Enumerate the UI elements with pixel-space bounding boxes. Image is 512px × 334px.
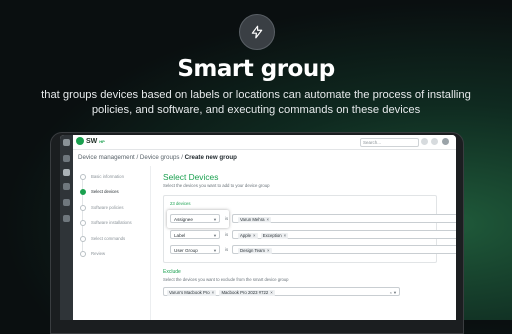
chevron-down-icon: ▼	[213, 233, 217, 238]
value-chip: Apple ×	[238, 233, 258, 239]
chevron-down-icon: ▼	[213, 217, 217, 222]
field-value: Assignee	[174, 217, 193, 222]
device-count: 23 devices	[170, 201, 191, 206]
step-label: Software policies	[91, 205, 124, 211]
field-select-assignee[interactable]: Assignee ▼	[170, 214, 220, 223]
users-icon[interactable]	[63, 183, 70, 190]
section-title: Select Devices	[163, 172, 219, 182]
step-dot	[80, 174, 86, 180]
icon-rail	[60, 135, 73, 320]
step-software-policies[interactable]: Software policies	[80, 205, 123, 211]
chip-label: Design Team	[240, 248, 265, 253]
field-value: Label	[174, 233, 186, 238]
section-description: Select the devices you want to add to yo…	[163, 183, 270, 188]
operator-label: is	[225, 232, 229, 237]
search-input[interactable]: Search...	[360, 138, 419, 147]
value-chip: Design Team ×	[238, 248, 272, 254]
chip-label: Varun's Macbook Pro	[169, 290, 210, 295]
step-label: Basic information	[91, 174, 124, 180]
chip-label: Exception	[262, 233, 282, 238]
logo: SW HP	[76, 137, 105, 145]
settings-icon[interactable]	[63, 215, 70, 222]
close-icon[interactable]: ×	[270, 290, 273, 295]
value-chip: Exception ×	[260, 233, 289, 239]
value-select-user-group[interactable]: Design Team ×	[232, 245, 456, 254]
avatar[interactable]	[442, 138, 449, 145]
field-select-user-group[interactable]: User Group ▼	[170, 245, 220, 254]
exclude-devices-select[interactable]: Varun's Macbook Pro × Macbook Pro 2023 #7…	[163, 287, 400, 296]
notification-icon[interactable]	[421, 138, 428, 145]
chevron-down-icon: ▼	[213, 248, 217, 253]
breadcrumb-device-management[interactable]: Device management	[78, 154, 135, 161]
exclude-title: Exclude	[163, 269, 181, 275]
step-dot	[80, 220, 86, 226]
lightning-bolt-icon	[239, 14, 275, 50]
apps-icon[interactable]	[63, 199, 70, 206]
close-icon[interactable]: ×	[267, 248, 270, 253]
chip-label: Varun Mehra	[240, 217, 265, 222]
field-value: User Group	[174, 248, 198, 253]
step-label: Software installations	[91, 220, 132, 226]
close-icon[interactable]: ×	[212, 290, 215, 295]
step-label: Select commands	[91, 236, 126, 242]
menu-icon[interactable]	[63, 139, 70, 146]
step-dot	[80, 236, 86, 242]
devices-icon[interactable]	[63, 169, 70, 176]
step-select-commands[interactable]: Select commands	[80, 236, 125, 242]
breadcrumb-device-groups[interactable]: Device groups	[140, 154, 180, 161]
breadcrumb-current: Create new group	[184, 154, 237, 161]
help-icon[interactable]	[431, 138, 438, 145]
chevron-down-icon: × ▼	[389, 290, 397, 295]
step-dot	[80, 189, 86, 195]
close-icon[interactable]: ×	[253, 233, 256, 238]
exclude-description: Select the devices you want to exclude f…	[163, 277, 289, 282]
chip-label: Macbook Pro 2023 #722	[221, 290, 269, 295]
exclude-chip: Varun's Macbook Pro ×	[167, 290, 217, 296]
logo-mark-icon	[76, 137, 84, 145]
step-software-installations[interactable]: Software installations	[80, 220, 132, 226]
value-select-label[interactable]: Apple× Exception× ▼	[232, 230, 456, 239]
dashboard-icon[interactable]	[63, 155, 70, 162]
step-dot	[80, 205, 86, 211]
close-icon[interactable]: ×	[267, 217, 270, 222]
top-bar: SW HP Search...	[73, 135, 456, 150]
logo-suffix: HP	[99, 138, 105, 144]
hero-subtitle: that groups devices based on labels or l…	[41, 89, 471, 116]
logo-text: SW	[86, 137, 98, 145]
field-select-label[interactable]: Label ▼	[170, 230, 220, 239]
value-select-assignee[interactable]: Varun Mehra ×	[232, 214, 456, 223]
exclude-chip: Macbook Pro 2023 #722 ×	[219, 290, 275, 296]
close-icon[interactable]: ×	[284, 233, 287, 238]
panel-divider	[150, 166, 151, 320]
operator-label: is	[225, 247, 229, 252]
step-label: Review	[91, 251, 106, 257]
breadcrumb: Device management / Device groups / Crea…	[78, 154, 237, 161]
step-select-devices[interactable]: Select devices	[80, 189, 119, 195]
step-label: Select devices	[91, 189, 119, 195]
app-window: SW HP Search... Device management / Devic…	[60, 135, 456, 320]
value-chip: Varun Mehra ×	[238, 217, 272, 223]
step-basic-information[interactable]: Basic information	[80, 174, 124, 180]
operator-label: is	[225, 216, 229, 221]
step-review[interactable]: Review	[80, 251, 105, 257]
chip-label: Apple	[240, 233, 251, 238]
step-dot	[80, 251, 86, 257]
hero-title: Smart group	[177, 56, 335, 82]
